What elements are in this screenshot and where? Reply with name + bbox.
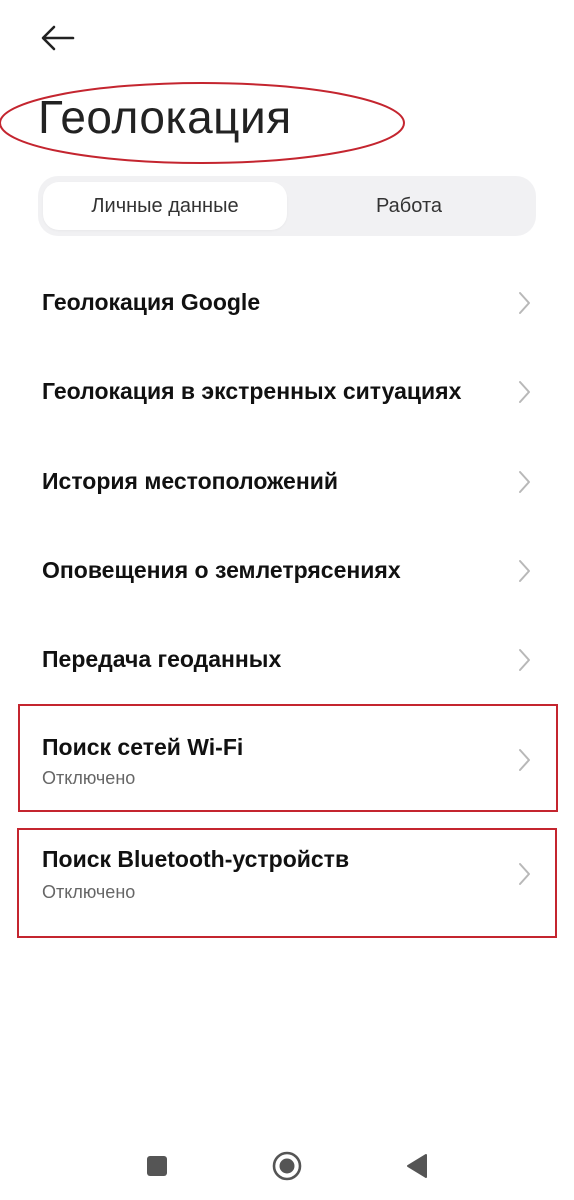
system-back-button[interactable] bbox=[397, 1146, 437, 1186]
menu-item-status: Отключено bbox=[42, 882, 136, 902]
menu-item-label: Поиск сетей Wi-Fi bbox=[42, 734, 244, 760]
menu-item-earthquake-alerts[interactable]: Оповещения о землетрясениях bbox=[0, 527, 574, 615]
system-navigation-bar bbox=[0, 1130, 574, 1200]
menu-item-google-location[interactable]: Геолокация Google bbox=[0, 259, 574, 347]
back-button[interactable] bbox=[32, 18, 84, 58]
page-title: Геолокация bbox=[38, 91, 292, 143]
circle-home-icon bbox=[272, 1151, 302, 1181]
chevron-right-icon bbox=[519, 863, 530, 885]
menu-item-location-sharing[interactable]: Передача геоданных bbox=[0, 616, 574, 704]
tab-personal[interactable]: Личные данные bbox=[43, 182, 287, 230]
menu-item-label: Геолокация Google bbox=[42, 289, 261, 315]
menu-item-location-history[interactable]: История местоположений bbox=[0, 438, 574, 526]
menu-item-label: Передача геоданных bbox=[42, 646, 282, 672]
tab-work[interactable]: Работа bbox=[287, 182, 531, 230]
chevron-right-icon bbox=[519, 471, 530, 493]
profile-tabs: Личные данные Работа bbox=[38, 176, 536, 236]
title-area: Геолокация bbox=[0, 74, 574, 170]
menu-item-emergency-location[interactable]: Геолокация в экстренных ситуациях bbox=[0, 348, 574, 436]
recents-button[interactable] bbox=[137, 1146, 177, 1186]
menu-item-bluetooth-scanning[interactable]: Поиск Bluetooth-устройств Отключено bbox=[0, 828, 574, 938]
chevron-right-icon bbox=[519, 381, 530, 403]
menu-item-label: Оповещения о землетрясениях bbox=[42, 557, 401, 583]
chevron-right-icon bbox=[519, 749, 530, 771]
arrow-left-icon bbox=[41, 25, 75, 51]
triangle-back-icon bbox=[407, 1154, 427, 1178]
home-button[interactable] bbox=[267, 1146, 307, 1186]
menu-item-wifi-scanning[interactable]: Поиск сетей Wi-Fi Отключено bbox=[0, 704, 574, 812]
chevron-right-icon bbox=[519, 292, 530, 314]
menu-item-label: История местоположений bbox=[42, 468, 339, 494]
location-settings-screen: Геолокация Личные данные Работа Геолокац… bbox=[0, 0, 574, 1200]
square-icon bbox=[147, 1156, 167, 1176]
menu-item-label: Поиск Bluetooth-устройств bbox=[42, 846, 350, 872]
chevron-right-icon bbox=[519, 560, 530, 582]
menu-item-label: Геолокация в экстренных ситуациях bbox=[42, 378, 462, 404]
menu-item-status: Отключено bbox=[42, 768, 136, 788]
chevron-right-icon bbox=[519, 649, 530, 671]
